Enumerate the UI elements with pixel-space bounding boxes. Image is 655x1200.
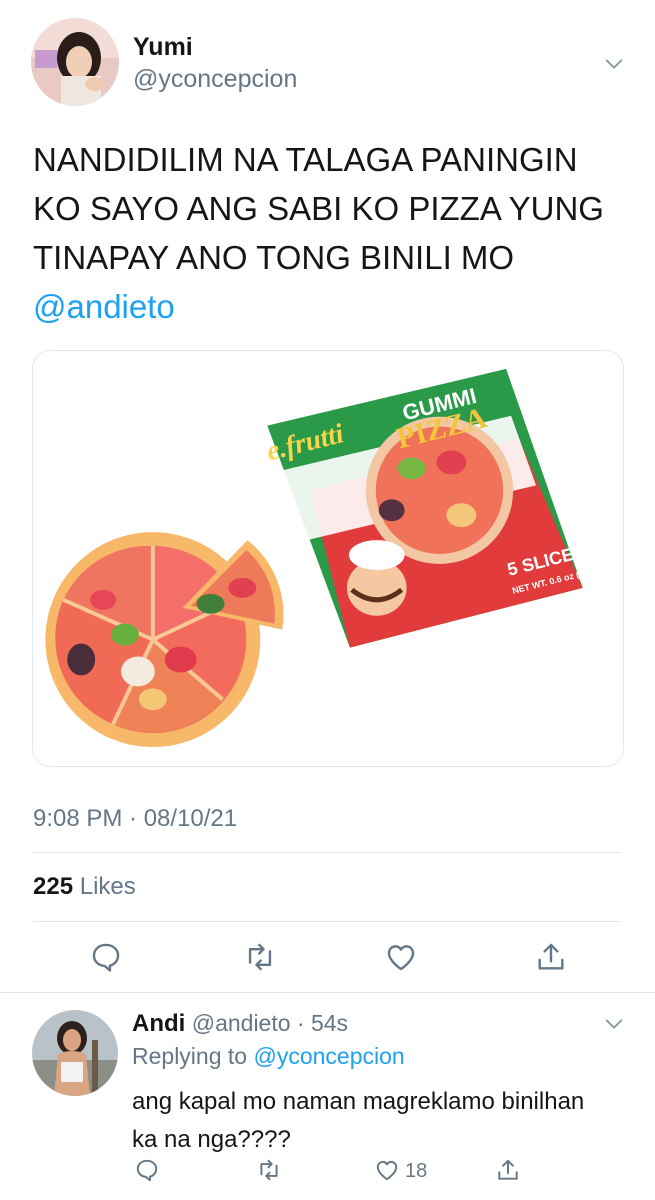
reply-avatar[interactable]: [32, 1010, 118, 1096]
chevron-down-icon[interactable]: [603, 1013, 625, 1035]
mention-link[interactable]: @andieto: [33, 288, 175, 326]
reply-icon[interactable]: [134, 1157, 160, 1183]
reply-text-line: ka na nga????: [132, 1126, 291, 1153]
share-icon[interactable]: [495, 1157, 521, 1183]
divider: [33, 921, 622, 922]
tweet-text-line: KO SAYO ANG SABI KO PIZZA YUNG: [33, 190, 604, 227]
heart-icon[interactable]: [374, 1157, 400, 1183]
divider: [33, 852, 622, 853]
reply-text: ang kapal mo naman magreklamo binilhan k…: [132, 1083, 632, 1159]
tweet-text: NANDIDILIM NA TALAGA PANINGIN KO SAYO AN…: [33, 135, 633, 282]
retweet-icon[interactable]: [256, 1157, 282, 1183]
likes-summary[interactable]: 225 Likes: [33, 873, 136, 901]
like-count: 18: [405, 1160, 428, 1182]
tweet-timestamp[interactable]: 9:08 PM · 08/10/21: [33, 805, 237, 833]
chevron-down-icon[interactable]: [603, 53, 625, 75]
reply-icon[interactable]: [89, 940, 123, 974]
heart-icon[interactable]: [384, 940, 418, 974]
tweet-text-line: TINAPAY ANO TONG BINILI MO: [33, 239, 515, 276]
likes-label: Likes: [79, 873, 136, 900]
tweet-media-image[interactable]: e.frutti GUMMI PIZZA 5 SLICES NET WT. 0.…: [32, 350, 624, 767]
replying-to: Replying to @yconcepcion: [132, 1043, 405, 1070]
reply-text-line: ang kapal mo naman magreklamo binilhan: [132, 1088, 585, 1115]
thread-divider: [0, 992, 655, 993]
share-icon[interactable]: [534, 940, 568, 974]
author-handle[interactable]: @yconcepcion: [133, 65, 297, 94]
replying-to-label: Replying to: [132, 1043, 248, 1069]
reply-author-handle[interactable]: @andieto: [192, 1010, 291, 1036]
replying-to-handle[interactable]: @yconcepcion: [253, 1043, 404, 1069]
avatar[interactable]: [31, 18, 119, 106]
tweet-text-line: NANDIDILIM NA TALAGA PANINGIN: [33, 141, 578, 178]
likes-count: 225: [33, 873, 74, 900]
author-name[interactable]: Yumi: [133, 33, 193, 62]
retweet-icon[interactable]: [243, 940, 277, 974]
reply-header: Andi @andieto · 54s: [132, 1010, 348, 1038]
reply-time[interactable]: · 54s: [297, 1010, 348, 1036]
reply-author-name[interactable]: Andi: [132, 1010, 185, 1037]
